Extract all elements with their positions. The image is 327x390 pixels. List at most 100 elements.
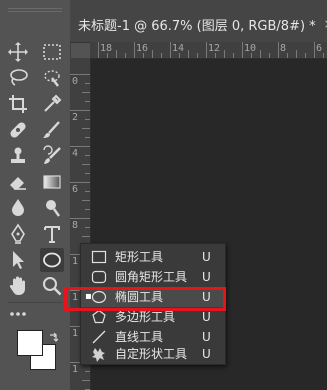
ruler-minor-tick (85, 227, 90, 228)
ruler-minor-tick (85, 209, 90, 210)
ruler-label: 1 (72, 364, 79, 375)
ruler-tick (70, 218, 90, 219)
quick-select-icon[interactable] (40, 66, 64, 90)
eraser-icon[interactable] (6, 170, 30, 194)
shape-tool-flyout: 矩形工具 U 圆角矩形工具 U ▪ 椭圆工具 U 多边形工具 U 直线工具 U … (80, 243, 226, 365)
flyout-item-shortcut: U (202, 347, 211, 361)
tools-panel (0, 0, 71, 390)
ruler-tick (70, 182, 90, 183)
ruler-minor-tick (323, 53, 324, 58)
flyout-item-rectangle[interactable]: 矩形工具 U (81, 247, 225, 267)
move-icon[interactable] (6, 40, 30, 64)
brush-icon[interactable] (40, 118, 64, 142)
ruler-label: 12 (208, 43, 221, 54)
ruler-tick (70, 110, 90, 111)
ruler-label: 4 (72, 148, 79, 159)
zoom-icon[interactable] (40, 274, 64, 298)
rect-marquee-icon[interactable] (40, 40, 64, 64)
polygon-icon (91, 309, 107, 325)
ruler-minor-tick (85, 371, 90, 372)
ruler-label: 14 (172, 43, 185, 54)
ruler-minor-tick (197, 53, 198, 58)
ruler-minor-tick (269, 53, 270, 58)
ruler-tick (278, 42, 279, 58)
ruler-label: 16 (136, 43, 149, 54)
ruler-label: 0 (72, 76, 79, 87)
ruler-label: 6 (72, 184, 79, 195)
flyout-item-ellipse[interactable]: ▪ 椭圆工具 U (81, 287, 225, 307)
bandage-icon[interactable] (6, 118, 30, 142)
ruler-minor-tick (85, 155, 90, 156)
flyout-item-shortcut: U (202, 270, 211, 284)
ruler-minor-tick (82, 380, 90, 381)
line-icon (91, 329, 107, 345)
ruler-tick (70, 74, 90, 75)
document-tab-bar: 未标题-1 @ 66.7% (图层 0, RGB/8#) * × (70, 0, 327, 43)
ellipsis-icon[interactable] (6, 302, 30, 326)
crop-icon[interactable] (6, 92, 30, 116)
horizontal-ruler: 18 16 14 12 10 8 6 (90, 42, 327, 59)
ruler-minor-tick (82, 164, 90, 165)
ruler-minor-tick (116, 50, 117, 58)
ruler-minor-tick (85, 191, 90, 192)
ruler-minor-tick (85, 137, 90, 138)
lasso-icon[interactable] (6, 66, 30, 90)
history-brush-icon[interactable] (40, 144, 64, 168)
flyout-item-shortcut: U (202, 250, 211, 264)
ruler-minor-tick (260, 50, 261, 58)
ruler-label: 1 (72, 328, 79, 339)
ruler-label: 18 (100, 43, 113, 54)
ruler-label: 1 (72, 292, 79, 303)
ruler-minor-tick (188, 50, 189, 58)
ruler-label: 8 (280, 43, 287, 54)
eyedropper-icon[interactable] (40, 92, 64, 116)
ruler-label: 10 (244, 43, 257, 54)
type-icon[interactable] (40, 222, 64, 246)
ellipse-icon (91, 289, 107, 305)
flyout-item-label: 多边形工具 (115, 310, 176, 324)
ruler-minor-tick (233, 53, 234, 58)
custom-shape-icon (91, 346, 107, 362)
ellipse-icon[interactable] (40, 248, 64, 272)
flyout-item-shortcut: U (202, 310, 211, 324)
arrow-icon[interactable] (6, 248, 30, 272)
flyout-item-custom-shape[interactable]: 自定形状工具 U (81, 344, 225, 364)
flyout-item-shortcut: U (202, 290, 211, 304)
ruler-tick (98, 42, 99, 58)
ruler-minor-tick (85, 119, 90, 120)
document-tab[interactable]: 未标题-1 @ 66.7% (图层 0, RGB/8#) * × (78, 10, 327, 38)
ruler-minor-tick (85, 83, 90, 84)
document-tab-title: 未标题-1 @ 66.7% (图层 0, RGB/8#) * (78, 18, 316, 34)
ruler-tick (206, 42, 207, 58)
ruler-minor-tick (296, 50, 297, 58)
ruler-minor-tick (305, 53, 306, 58)
ruler-minor-tick (85, 101, 90, 102)
ruler-label: 2 (72, 112, 79, 123)
swap-colors-icon[interactable] (48, 329, 60, 342)
dodge-icon[interactable] (40, 196, 64, 220)
flyout-item-label: 椭圆工具 (115, 290, 164, 304)
foreground-color-swatch[interactable] (17, 330, 43, 356)
drop-icon[interactable] (6, 196, 30, 220)
ruler-tick (70, 146, 90, 147)
ruler-label: 1 (72, 256, 79, 267)
stamp-icon[interactable] (6, 144, 30, 168)
pen-icon[interactable] (6, 222, 30, 246)
gradient-icon[interactable] (40, 170, 64, 194)
flyout-item-label: 圆角矩形工具 (115, 270, 188, 284)
ruler-label: 8 (72, 220, 79, 231)
toolbar-grip[interactable] (0, 0, 70, 30)
ruler-minor-tick (224, 50, 225, 58)
rounded-rectangle-icon (91, 269, 107, 285)
flyout-item-label: 自定形状工具 (115, 347, 188, 361)
ruler-minor-tick (161, 53, 162, 58)
ruler-minor-tick (152, 50, 153, 58)
flyout-item-label: 矩形工具 (115, 250, 164, 264)
ruler-tick (170, 42, 171, 58)
hand-icon[interactable] (6, 274, 30, 298)
flyout-item-polygon[interactable]: 多边形工具 U (81, 307, 225, 327)
ruler-minor-tick (125, 53, 126, 58)
ruler-label: 6 (316, 43, 323, 54)
ruler-minor-tick (85, 173, 90, 174)
flyout-item-rounded-rectangle[interactable]: 圆角矩形工具 U (81, 267, 225, 287)
